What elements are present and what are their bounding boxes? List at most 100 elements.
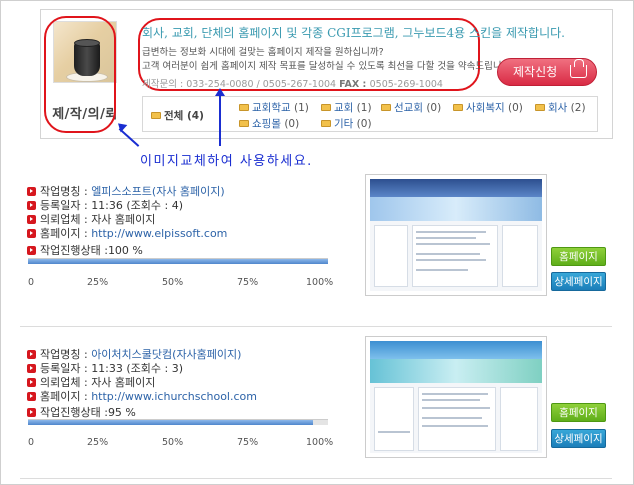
category-filter: 전체 (4) 교회학교 (1) 교회 (1) 선교회 (0) 사회복지 (0) …	[142, 96, 598, 132]
folder-icon	[239, 120, 249, 127]
category-label: 쇼핑몰	[252, 118, 281, 130]
profile-highlight-circle	[44, 16, 116, 133]
progress-bar	[28, 258, 328, 264]
homepage-line: 홈페이지 : http://www.elpissoft.com	[27, 225, 227, 241]
fax-number: 0505-269-1004	[369, 79, 443, 90]
bullet-icon	[27, 378, 36, 387]
progress-bar-fill	[28, 259, 328, 264]
scale-tick: 0	[28, 437, 35, 448]
shot-line	[422, 417, 482, 419]
description-line-1: 급변하는 정보화 시대에 걸맞는 홈페이지 제작을 원하십니까?	[142, 47, 384, 58]
detail-page-button[interactable]: 상세페이지	[551, 272, 606, 291]
category-company[interactable]: 회사 (2)	[535, 100, 586, 115]
detail-page-button[interactable]: 상세페이지	[551, 429, 606, 448]
bullet-icon	[27, 201, 36, 210]
shot-line	[416, 269, 468, 271]
scale-tick: 25%	[87, 437, 109, 448]
shot-line	[378, 431, 410, 433]
shot-column	[502, 225, 538, 287]
homepage-link[interactable]: http://www.elpissoft.com	[91, 227, 227, 240]
category-etc[interactable]: 기타 (0)	[321, 116, 372, 131]
contact-phones: 033-254-0080 / 0505-267-1004	[186, 79, 337, 90]
entry-divider	[20, 326, 612, 327]
shot-column	[374, 387, 414, 451]
category-label: 기타	[334, 118, 354, 130]
scale-tick: 25%	[87, 277, 109, 288]
arrow-line	[219, 94, 221, 146]
shot-line	[416, 259, 486, 261]
category-count: (2)	[570, 102, 586, 114]
progress-value: 100 %	[107, 244, 143, 257]
request-header: 제/작/의/뢰 회사, 교회, 단체의 홈페이지 및 각종 CGI프로그램, 그…	[40, 9, 613, 139]
shot-line	[422, 425, 488, 427]
bullet-icon	[27, 392, 36, 401]
homepage-button[interactable]: 홈페이지	[551, 403, 606, 422]
scale-tick: 50%	[162, 277, 184, 288]
progress-scale: 0 25% 50% 75% 100%	[20, 437, 340, 451]
category-church[interactable]: 교회 (1)	[321, 100, 372, 115]
category-label: 교회	[334, 102, 354, 114]
category-label: 사회복지	[466, 102, 505, 114]
screenshot-image	[370, 179, 542, 291]
scale-tick: 0	[28, 277, 35, 288]
category-all[interactable]: 전체 (4)	[151, 108, 204, 123]
category-label: 교회학교	[252, 102, 291, 114]
shot-header	[370, 179, 542, 197]
site-thumbnail[interactable]	[365, 174, 547, 296]
bullet-icon	[27, 187, 36, 196]
shot-line	[416, 253, 480, 255]
bullet-icon	[27, 246, 36, 255]
scale-tick: 100%	[306, 277, 334, 288]
portfolio-entry: 작업명칭 : 엘피스소프트(자사 홈페이지) 등록일자 : 11:36 (조회수…	[20, 174, 610, 315]
homepage-line: 홈페이지 : http://www.ichurchschool.com	[27, 388, 257, 404]
category-welfare[interactable]: 사회복지 (0)	[453, 100, 523, 115]
bullet-icon	[27, 350, 36, 359]
bullet-icon	[27, 364, 36, 373]
shot-line	[416, 243, 490, 245]
shot-banner	[370, 359, 542, 383]
progress-label: 작업진행상태 :	[40, 406, 108, 419]
homepage-link[interactable]: http://www.ichurchschool.com	[91, 390, 257, 403]
bullet-icon	[27, 215, 36, 224]
category-church-school[interactable]: 교회학교 (1)	[239, 100, 309, 115]
homepage-label: 홈페이지 :	[40, 227, 92, 240]
category-count: (1)	[293, 102, 309, 114]
category-shopping[interactable]: 쇼핑몰 (0)	[239, 116, 299, 131]
entry-divider	[20, 478, 612, 479]
shot-line	[416, 237, 476, 239]
contact-label: 제작문의 :	[142, 79, 187, 90]
request-button[interactable]: 제작신청	[497, 58, 597, 86]
category-count: (0)	[507, 102, 523, 114]
scale-tick: 50%	[162, 437, 184, 448]
category-count: (0)	[356, 118, 372, 130]
shot-header	[370, 341, 542, 359]
shot-column	[500, 387, 538, 451]
progress-scale: 0 25% 50% 75% 100%	[20, 277, 340, 291]
scale-tick: 100%	[306, 437, 334, 448]
shot-line	[422, 407, 490, 409]
screenshot-image	[370, 341, 542, 453]
progress-value: 95 %	[107, 406, 136, 419]
description-line-2: 고객 여러분이 쉽게 홈페이지 제작 목표를 달성하실 수 있도록 최선을 다할…	[142, 61, 514, 72]
shot-banner	[370, 197, 542, 221]
folder-icon	[381, 104, 391, 111]
homepage-button[interactable]: 홈페이지	[551, 247, 606, 266]
category-label: 선교회	[394, 102, 423, 114]
site-thumbnail[interactable]	[365, 336, 547, 458]
headline: 회사, 교회, 단체의 홈페이지 및 각종 CGI프로그램, 그누보드4용 스킨…	[142, 26, 565, 40]
category-label: 회사	[548, 102, 568, 114]
annotation-text: 이미지교체하여 사용하세요.	[140, 154, 313, 169]
progress-bar	[28, 419, 328, 425]
category-count: (0)	[284, 118, 300, 130]
folder-icon	[535, 104, 545, 111]
shot-column	[374, 225, 408, 287]
homepage-label: 홈페이지 :	[40, 390, 92, 403]
category-count: (1)	[356, 102, 372, 114]
category-mission[interactable]: 선교회 (0)	[381, 100, 441, 115]
contact-info: 제작문의 : 033-254-0080 / 0505-267-1004 FAX …	[142, 76, 443, 90]
portfolio-entry: 작업명칭 : 아이처치스쿨닷컴(자사홈페이지) 등록일자 : 11:33 (조회…	[20, 336, 610, 472]
progress-label: 작업진행상태 :	[40, 244, 108, 257]
scale-tick: 75%	[237, 277, 259, 288]
fax-label: FAX :	[339, 79, 370, 90]
progress-bar-fill	[28, 420, 313, 425]
